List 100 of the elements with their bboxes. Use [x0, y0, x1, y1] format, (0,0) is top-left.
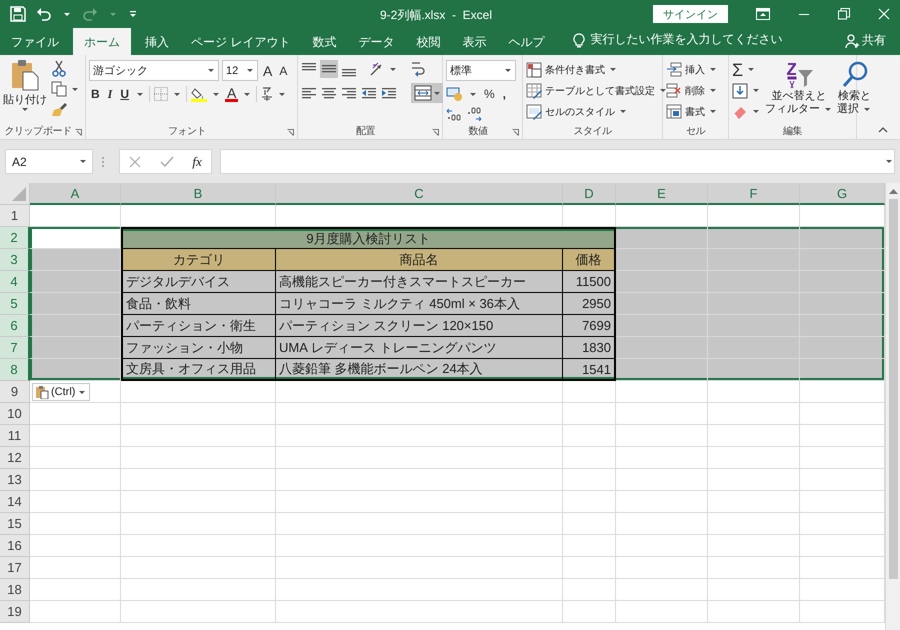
- restore-icon[interactable]: [838, 8, 850, 20]
- underline-button[interactable]: U: [118, 87, 132, 101]
- row-header[interactable]: 13: [0, 469, 30, 491]
- insert-cells-icon[interactable]: [666, 62, 682, 78]
- ribbon-tab[interactable]: 表示: [451, 28, 498, 55]
- row-header[interactable]: 5: [0, 293, 30, 315]
- column-header[interactable]: D: [563, 183, 616, 205]
- row-header[interactable]: 10: [0, 403, 30, 425]
- format-cells-icon[interactable]: [666, 104, 682, 120]
- cells-menu-button[interactable]: 書式: [685, 104, 705, 118]
- row-header[interactable]: 6: [0, 315, 30, 337]
- row-header[interactable]: 15: [0, 513, 30, 535]
- person-icon[interactable]: [845, 34, 859, 48]
- caret-icon[interactable]: [213, 92, 220, 96]
- caret-icon[interactable]: [80, 160, 86, 163]
- decrease-decimal-icon[interactable]: [466, 107, 482, 121]
- row-header[interactable]: 16: [0, 535, 30, 557]
- autosum-button[interactable]: Σ: [732, 60, 744, 78]
- cell-styles-icon[interactable]: [526, 104, 542, 120]
- row-header[interactable]: 18: [0, 579, 30, 601]
- check-icon[interactable]: [160, 156, 174, 168]
- caret-icon[interactable]: [620, 110, 626, 113]
- caret-icon[interactable]: [864, 108, 870, 111]
- caret-icon[interactable]: [174, 92, 180, 96]
- scroll-up-icon[interactable]: [888, 188, 898, 194]
- caret-icon[interactable]: [825, 108, 831, 111]
- grow-font-button[interactable]: A: [261, 62, 274, 78]
- number-format-field[interactable]: 標準: [446, 60, 516, 81]
- row-header[interactable]: 1: [0, 205, 30, 227]
- ribbon-tab[interactable]: データ: [347, 28, 406, 55]
- column-header[interactable]: G: [800, 183, 885, 205]
- caret-icon[interactable]: [753, 89, 759, 92]
- paste-options-button[interactable]: (Ctrl): [32, 383, 90, 401]
- increase-indent-icon[interactable]: [381, 86, 397, 100]
- italic-button[interactable]: I: [106, 86, 114, 102]
- row-header[interactable]: 7: [0, 337, 30, 359]
- column-header[interactable]: B: [121, 183, 276, 205]
- ribbon-display-icon[interactable]: [756, 8, 770, 20]
- merge-button[interactable]: [411, 83, 443, 103]
- wrap-text-icon[interactable]: [410, 60, 426, 78]
- sort-filter-icon[interactable]: [784, 60, 814, 90]
- dialog-launcher-icon[interactable]: [512, 129, 519, 136]
- save-icon[interactable]: [10, 6, 26, 22]
- formula-input[interactable]: [220, 149, 895, 174]
- row-header[interactable]: 3: [0, 249, 30, 271]
- caret-icon[interactable]: [208, 69, 214, 72]
- ribbon-tab[interactable]: 挿入: [134, 28, 180, 55]
- fill-down-icon[interactable]: [732, 82, 748, 98]
- row-header[interactable]: 2: [0, 227, 30, 249]
- align-left-icon[interactable]: [301, 86, 317, 100]
- vertical-scrollbar[interactable]: [885, 183, 900, 630]
- font-name-field[interactable]: 游ゴシック: [89, 60, 219, 81]
- fill-color-icon[interactable]: [191, 86, 208, 102]
- caret-icon[interactable]: [22, 108, 28, 111]
- align-right-icon[interactable]: [341, 86, 357, 100]
- caret-icon[interactable]: [279, 92, 286, 96]
- delete-cells-icon[interactable]: [666, 82, 682, 98]
- paste-button[interactable]: 貼り付け: [3, 92, 47, 107]
- format-painter-icon[interactable]: [51, 101, 67, 117]
- ribbon-tab[interactable]: 校閲: [405, 28, 452, 55]
- merge-cells-icon[interactable]: [414, 85, 432, 101]
- row-header[interactable]: 11: [0, 425, 30, 447]
- tell-me-search[interactable]: 実行したい作業を入力してください: [590, 31, 782, 55]
- increase-decimal-icon[interactable]: [446, 107, 462, 121]
- sort-filter-button[interactable]: フィルター: [765, 103, 820, 116]
- borders-icon[interactable]: [154, 87, 168, 101]
- caret-icon[interactable]: [710, 89, 716, 92]
- ribbon-tab[interactable]: 数式: [301, 28, 348, 55]
- row-header[interactable]: 9: [0, 381, 30, 403]
- paste-options-icon[interactable]: [35, 385, 49, 399]
- scissors-icon[interactable]: [51, 60, 67, 77]
- styles-menu-button[interactable]: テーブルとして書式設定: [545, 84, 655, 98]
- sort-filter-button[interactable]: 並べ替えと: [772, 90, 826, 103]
- row-header[interactable]: 4: [0, 271, 30, 293]
- dialog-launcher-icon[interactable]: [74, 129, 82, 136]
- scrollbar-thumb[interactable]: [888, 199, 898, 579]
- cells-menu-button[interactable]: 削除: [685, 84, 705, 98]
- percent-button[interactable]: %: [482, 87, 497, 101]
- phonetic-guide-icon[interactable]: [261, 86, 274, 102]
- copy-icon[interactable]: [51, 81, 67, 97]
- ribbon-tab[interactable]: ホーム: [73, 28, 131, 55]
- ribbon-tab[interactable]: ヘルプ: [497, 28, 556, 55]
- caret-icon[interactable]: [244, 92, 250, 96]
- middle-align-icon[interactable]: [320, 60, 338, 78]
- active-cell[interactable]: [30, 227, 121, 249]
- font-size-field[interactable]: 12: [222, 60, 258, 81]
- comma-style-button[interactable]: ,: [500, 87, 508, 101]
- caret-icon[interactable]: [137, 92, 144, 96]
- caret-icon[interactable]: [610, 68, 616, 71]
- insert-function-button[interactable]: fx: [192, 154, 202, 170]
- close-icon[interactable]: [878, 8, 890, 20]
- column-header[interactable]: A: [30, 183, 121, 205]
- clipboard-icon[interactable]: [10, 59, 40, 91]
- caret-icon[interactable]: [710, 68, 716, 71]
- styles-menu-button[interactable]: 条件付き書式: [545, 62, 605, 76]
- caret-icon[interactable]: [505, 69, 511, 72]
- caret-icon[interactable]: [710, 110, 716, 113]
- row-header[interactable]: 8: [0, 359, 30, 381]
- row-header[interactable]: 12: [0, 447, 30, 469]
- caret-icon[interactable]: [470, 92, 476, 96]
